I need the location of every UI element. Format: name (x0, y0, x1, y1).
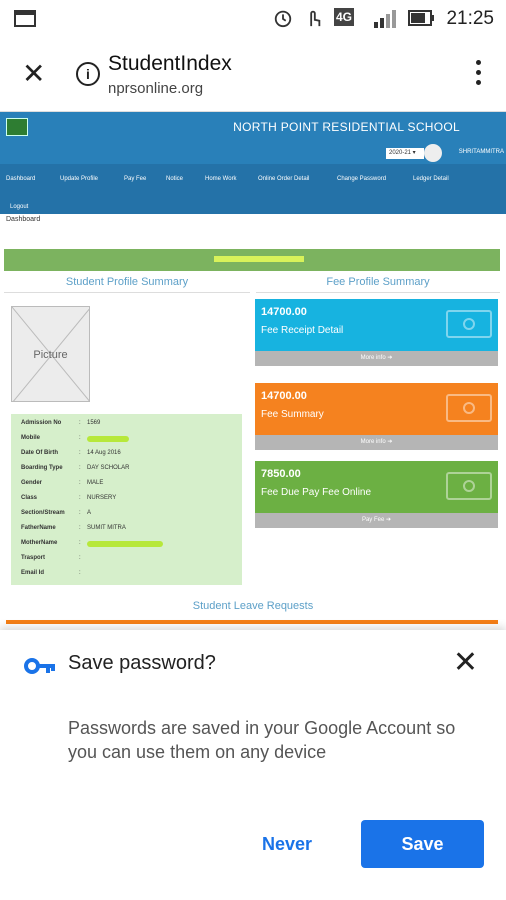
redacted-text (214, 256, 304, 262)
table-row: FatherName: SUMIT MITRA (21, 525, 126, 531)
network-type-label: 4G (334, 8, 355, 26)
table-row: Email Id: (21, 570, 81, 576)
table-row: Class: NURSERY (21, 495, 117, 501)
close-tab-icon[interactable]: ✕ (22, 60, 45, 88)
nav-home-work[interactable]: Home Work (205, 176, 237, 182)
more-options-icon[interactable] (476, 60, 482, 90)
fee-summary-more-info[interactable]: More info ➔ (255, 435, 498, 450)
alarm-icon (274, 10, 292, 28)
status-bar: 4G 21:25 (0, 0, 506, 38)
username-label[interactable]: SHRITAMMITRA (459, 149, 504, 155)
touch-icon (310, 10, 321, 27)
picture-label: Picture (33, 349, 68, 361)
money-icon (446, 472, 492, 500)
fee-receipt-more-info[interactable]: More info ➔ (255, 351, 498, 366)
breadcrumb: Dashboard (6, 216, 41, 223)
school-logo (6, 118, 28, 136)
table-row: Mobile: (17, 435, 237, 449)
nav-notice[interactable]: Notice (166, 176, 183, 182)
fee-label: Fee Summary (261, 409, 324, 420)
leave-requests-title: Student Leave Requests (192, 600, 314, 612)
site-nav: Dashboard Update Profile Pay Fee Notice … (0, 164, 506, 214)
student-profile-title: Student Profile Summary (4, 271, 250, 293)
signal-icon (374, 10, 396, 28)
table-row: Date Of Birth:14 Aug 2016 (21, 450, 121, 456)
session-select[interactable]: 2020-21 ▾ (386, 148, 424, 159)
fee-label: Fee Due Pay Fee Online (261, 487, 372, 498)
table-row: Admission No:1569 (21, 420, 101, 426)
page-url: nprsonline.org (108, 80, 204, 97)
browser-toolbar: ✕ i StudentIndex nprsonline.org (0, 38, 506, 112)
site-header: NORTH POINT RESIDENTIAL SCHOOL 2020-21 ▾… (0, 112, 506, 164)
save-button[interactable]: Save (361, 820, 484, 868)
welcome-banner (4, 249, 500, 271)
pay-fee-link[interactable]: Pay Fee ➔ (255, 513, 498, 528)
table-row: MotherName: (17, 540, 237, 554)
close-icon[interactable]: ✕ (453, 648, 478, 678)
save-password-sheet: Save password? ✕ Passwords are saved in … (0, 630, 506, 900)
table-row: Trasport: (21, 555, 81, 561)
student-picture: Picture (11, 306, 90, 402)
money-icon (446, 310, 492, 338)
page-title: StudentIndex (108, 52, 232, 75)
nav-change-password[interactable]: Change Password (337, 176, 386, 182)
nav-online-order[interactable]: Online Order Detail (258, 176, 309, 182)
school-name: NORTH POINT RESIDENTIAL SCHOOL (233, 120, 460, 134)
fee-due-card[interactable]: 7850.00 Fee Due Pay Fee Online (255, 461, 498, 513)
nav-logout[interactable]: Logout (10, 204, 28, 210)
nav-pay-fee[interactable]: Pay Fee (124, 176, 146, 182)
web-content: NORTH POINT RESIDENTIAL SCHOOL 2020-21 ▾… (0, 112, 506, 630)
money-icon (446, 394, 492, 422)
fee-receipt-card[interactable]: 14700.00 Fee Receipt Detail (255, 299, 498, 351)
user-avatar[interactable] (424, 144, 442, 162)
sheet-description: Passwords are saved in your Google Accou… (68, 718, 456, 762)
fee-amount: 7850.00 (261, 468, 301, 480)
fee-amount: 14700.00 (261, 306, 307, 318)
nav-dashboard[interactable]: Dashboard (6, 176, 35, 182)
site-info-icon[interactable]: i (76, 62, 100, 86)
nav-update-profile[interactable]: Update Profile (60, 176, 98, 182)
fee-summary-card[interactable]: 14700.00 Fee Summary (255, 383, 498, 435)
status-clock: 21:25 (446, 8, 494, 29)
nav-ledger-detail[interactable]: Ledger Detail (413, 176, 449, 182)
leave-panel-top (6, 620, 498, 624)
fee-amount: 14700.00 (261, 390, 307, 402)
profile-table: Admission No:1569 Mobile: Date Of Birth:… (11, 414, 242, 585)
table-row: Section/Stream: A (21, 510, 92, 516)
sheet-title: Save password? (68, 652, 216, 674)
key-icon (24, 658, 55, 674)
fee-label: Fee Receipt Detail (261, 325, 344, 336)
never-button[interactable]: Never (252, 820, 322, 868)
battery-icon (408, 10, 434, 26)
gallery-notification-icon (14, 10, 36, 27)
table-row: Gender: MALE (21, 480, 104, 486)
table-row: Boarding Type: DAY SCHOLAR (21, 465, 130, 471)
fee-profile-title: Fee Profile Summary (256, 271, 500, 293)
